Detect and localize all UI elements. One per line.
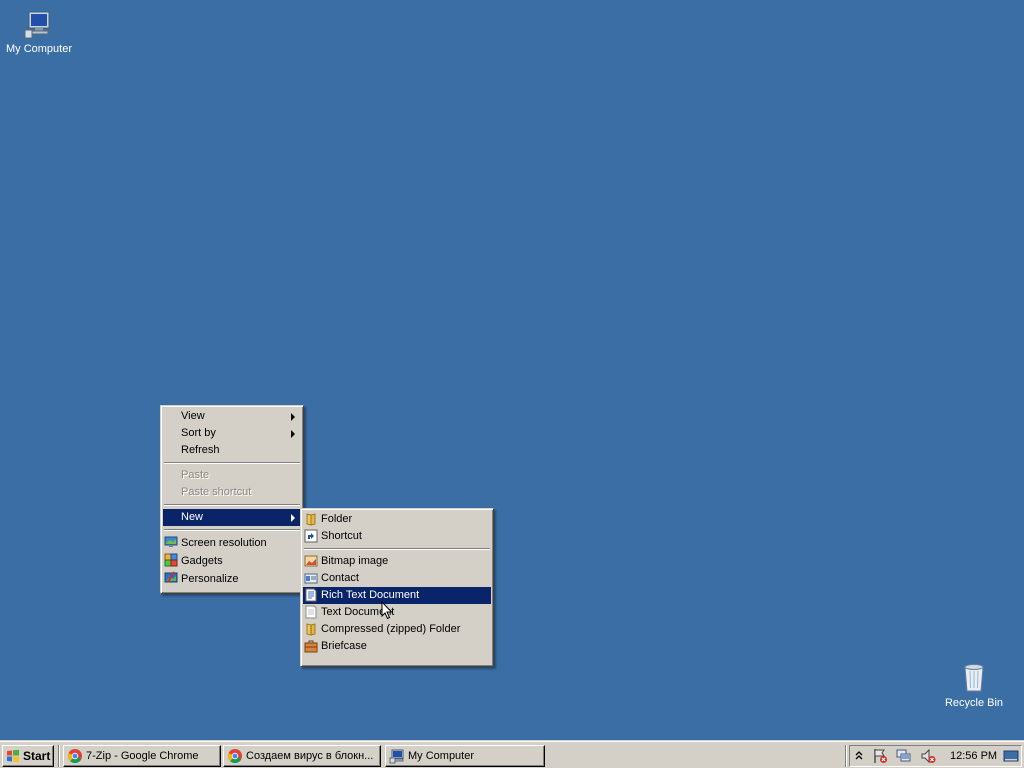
menu-item-personalize-label: Personalize xyxy=(181,573,239,585)
menu-separator xyxy=(304,548,490,550)
new-item-contact-label: Contact xyxy=(321,572,359,584)
taskbar-item-my-computer[interactable]: My Computer xyxy=(385,745,545,767)
new-submenu: Folder Shortcut Bitmap image Contact Ric… xyxy=(300,508,494,667)
menu-item-sort-by[interactable]: Sort by xyxy=(163,425,301,442)
taskbar-item-label: 7-Zip - Google Chrome xyxy=(86,750,199,762)
contact-icon xyxy=(304,573,318,584)
menu-item-paste-shortcut: Paste shortcut xyxy=(163,484,301,501)
menu-item-new-label: New xyxy=(181,511,204,523)
new-item-bitmap-image-label: Bitmap image xyxy=(321,555,389,567)
windows-flag-icon xyxy=(7,749,19,763)
menu-item-refresh-label: Refresh xyxy=(181,444,220,456)
personalize-icon xyxy=(164,571,178,583)
network-icon[interactable] xyxy=(896,748,912,764)
new-item-folder[interactable]: Folder xyxy=(303,511,491,528)
text-document-icon xyxy=(305,605,317,619)
mouse-cursor-icon xyxy=(381,601,393,620)
menu-item-paste-label: Paste xyxy=(181,469,210,481)
zip-folder-icon xyxy=(306,623,316,636)
computer-icon xyxy=(24,11,50,39)
new-item-briefcase-label: Briefcase xyxy=(321,640,367,652)
submenu-arrow-icon xyxy=(291,413,295,421)
new-item-folder-label: Folder xyxy=(321,513,353,525)
screen-resolution-icon xyxy=(164,536,178,547)
menu-item-new[interactable]: New xyxy=(163,509,301,526)
taskbar-item-label: My Computer xyxy=(408,750,475,762)
menu-item-view[interactable]: View xyxy=(163,408,301,425)
taskbar: Start 7-Zip - Google Chrome Создаем виру… xyxy=(0,740,1024,768)
menu-item-view-label: View xyxy=(181,410,205,422)
new-item-text-document[interactable]: Text Document xyxy=(303,604,491,621)
chrome-icon xyxy=(227,749,242,764)
start-label: Start xyxy=(23,749,51,763)
new-item-compressed-folder-label: Compressed (zipped) Folder xyxy=(321,623,461,635)
taskbar-clock[interactable]: 12:56 PM xyxy=(950,746,997,766)
taskbar-item-chrome-7zip[interactable]: 7-Zip - Google Chrome xyxy=(63,745,221,767)
volume-muted-icon[interactable] xyxy=(920,748,936,764)
recycle-bin-icon xyxy=(964,664,984,692)
new-item-shortcut[interactable]: Shortcut xyxy=(303,528,491,545)
taskbar-item-chrome-virus[interactable]: Создаем вирус в блокн... xyxy=(223,745,381,767)
new-item-rich-text-document-label: Rich Text Document xyxy=(321,589,420,601)
taskbar-separator xyxy=(58,745,60,767)
start-button[interactable]: Start xyxy=(2,745,54,767)
submenu-arrow-icon xyxy=(291,430,295,438)
briefcase-icon xyxy=(304,640,318,653)
menu-item-personalize[interactable]: Personalize xyxy=(163,570,301,588)
desktop-context-menu: View Sort by Refresh Paste Paste shortcu… xyxy=(160,405,304,594)
folder-icon xyxy=(306,513,316,526)
recycle-bin-desktop-icon[interactable]: Recycle Bin xyxy=(936,662,1012,709)
menu-separator xyxy=(164,504,300,506)
menu-separator xyxy=(164,529,300,531)
new-item-rich-text-document[interactable]: Rich Text Document xyxy=(303,587,491,604)
recycle-bin-label: Recycle Bin xyxy=(944,697,1004,709)
show-hidden-icons-chevron-icon[interactable] xyxy=(854,749,864,763)
new-item-compressed-folder[interactable]: Compressed (zipped) Folder xyxy=(303,621,491,638)
action-center-flag-icon[interactable] xyxy=(872,748,888,764)
chrome-icon xyxy=(67,749,82,764)
bitmap-image-icon xyxy=(304,555,318,567)
taskbar-item-label: Создаем вирус в блокн... xyxy=(246,750,374,762)
shortcut-icon xyxy=(304,529,318,543)
my-computer-label: My Computer xyxy=(5,43,73,55)
rich-text-document-icon xyxy=(305,588,317,602)
taskbar-separator xyxy=(845,745,847,767)
menu-item-paste: Paste xyxy=(163,467,301,484)
menu-separator xyxy=(164,462,300,464)
menu-item-gadgets-label: Gadgets xyxy=(181,555,223,567)
computer-icon xyxy=(389,749,404,764)
menu-item-refresh[interactable]: Refresh xyxy=(163,442,301,459)
new-item-briefcase[interactable]: Briefcase xyxy=(303,638,491,655)
menu-item-paste-shortcut-label: Paste shortcut xyxy=(181,486,252,498)
menu-item-sort-by-label: Sort by xyxy=(181,427,216,439)
submenu-arrow-icon xyxy=(291,514,295,522)
my-computer-desktop-icon[interactable]: My Computer xyxy=(1,8,77,55)
menu-item-gadgets[interactable]: Gadgets xyxy=(163,552,301,570)
new-item-shortcut-label: Shortcut xyxy=(321,530,362,542)
show-desktop-icon[interactable] xyxy=(1003,748,1019,764)
new-item-contact[interactable]: Contact xyxy=(303,570,491,587)
gadgets-icon xyxy=(164,553,178,567)
new-item-bitmap-image[interactable]: Bitmap image xyxy=(303,553,491,570)
menu-item-screen-resolution-label: Screen resolution xyxy=(181,537,267,549)
system-tray: 12:56 PM xyxy=(849,745,1022,767)
menu-item-screen-resolution[interactable]: Screen resolution xyxy=(163,534,301,552)
